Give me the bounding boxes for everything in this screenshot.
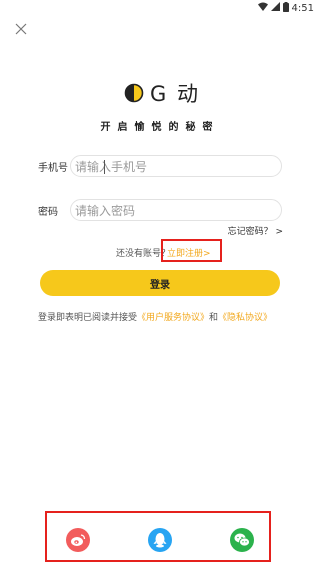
logo-text: G 动 — [150, 82, 200, 106]
agreement-and: 和 — [209, 313, 219, 323]
agreement-text: 登录即表明已阅读并接受《用户服务协议》和《隐私协议》 — [38, 310, 272, 323]
status-bar: 4:51 — [0, 0, 320, 16]
status-icons: 4:51 — [257, 1, 314, 15]
login-button[interactable]: 登录 — [40, 270, 280, 296]
terms-link[interactable]: 《用户服务协议》 — [137, 313, 209, 323]
password-label: 密码 — [38, 207, 58, 218]
weibo-login-button[interactable] — [66, 528, 90, 552]
battery-icon — [282, 1, 289, 15]
logo-mark-icon — [124, 83, 144, 103]
wifi-icon — [257, 2, 268, 14]
phone-row: 手机号 请输入手机号 — [38, 155, 284, 177]
privacy-link[interactable]: 《隐私协议》 — [218, 313, 272, 323]
wechat-login-button[interactable] — [230, 528, 254, 552]
wechat-icon — [234, 533, 250, 547]
text-caret — [104, 160, 105, 174]
agreement-prefix: 登录即表明已阅读并接受 — [38, 313, 138, 323]
close-icon — [15, 23, 27, 35]
close-button[interactable] — [10, 18, 32, 40]
password-row: 密码 请输入密码 — [38, 199, 284, 221]
phone-placeholder: 请输入手机号 — [75, 159, 148, 174]
signal-icon — [270, 2, 280, 14]
phone-input[interactable]: 请输入手机号 — [70, 155, 282, 177]
qq-icon — [153, 533, 167, 548]
tagline: 开启愉悦的秘密 — [100, 122, 220, 133]
password-placeholder: 请输入密码 — [75, 203, 136, 218]
weibo-icon — [71, 534, 86, 546]
app-logo: G 动 — [124, 80, 200, 106]
qq-login-button[interactable] — [148, 528, 172, 552]
signup-link[interactable]: 立即注册> — [167, 246, 211, 259]
phone-label: 手机号 — [38, 163, 68, 174]
forgot-password-link[interactable]: 忘记密码？ > — [228, 224, 283, 237]
status-time: 4:51 — [291, 2, 314, 14]
password-input[interactable]: 请输入密码 — [70, 199, 282, 221]
